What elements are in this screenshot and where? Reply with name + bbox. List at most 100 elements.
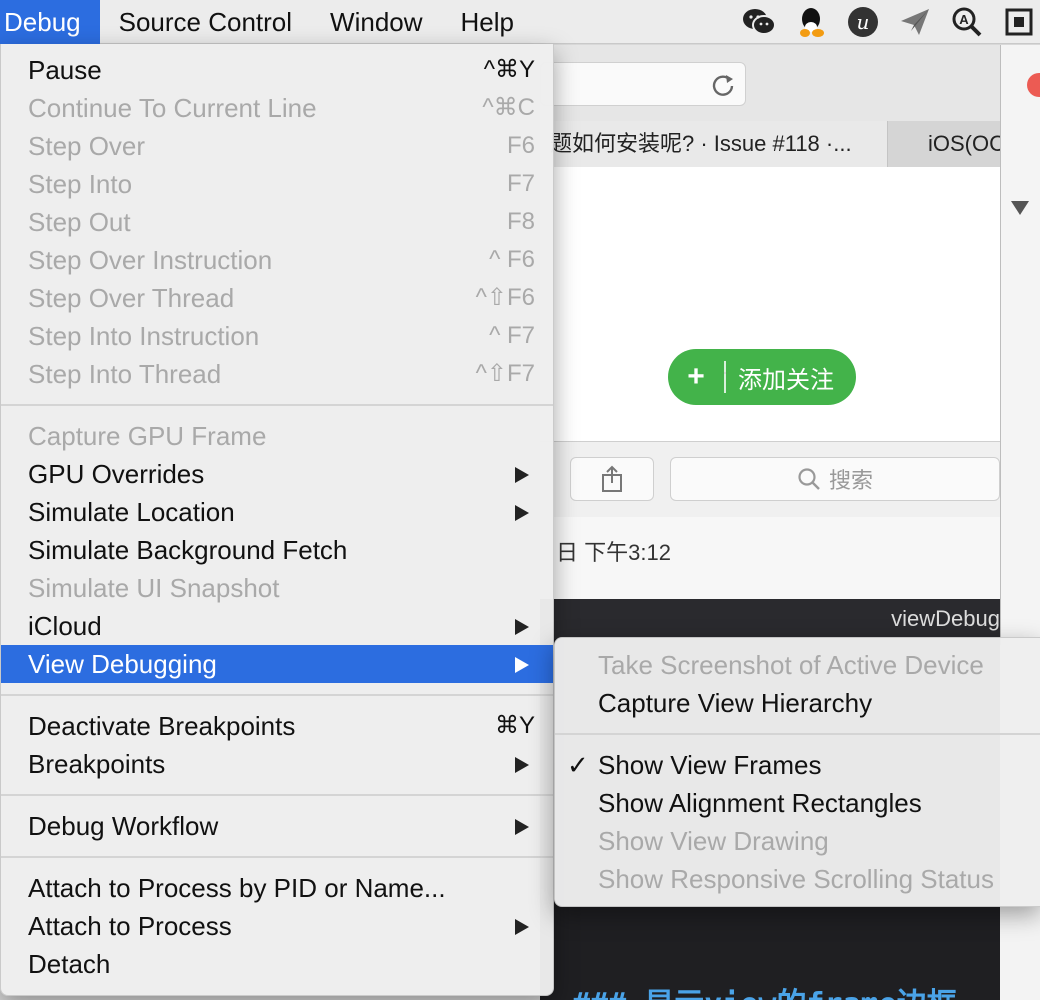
menu-item-label: Step Over Thread: [28, 283, 235, 313]
menu-item-label: Step Out: [28, 207, 131, 237]
browser-bottom-bar: 搜索: [540, 441, 1000, 517]
debug-menu: Pause ^⌘Y Continue To Current Line ^⌘C Ste…: [0, 44, 554, 996]
submenu-arrow-icon: [515, 819, 529, 835]
menu-separator: [1, 845, 553, 869]
menu-item-step-into: Step Into F7: [1, 165, 553, 203]
search-placeholder: 搜索: [828, 468, 873, 493]
menu-separator: [1, 783, 553, 807]
follow-button[interactable]: + 添加关注: [668, 349, 856, 405]
browser-tab-issue[interactable]: 题如何安装呢? · Issue #118 ·...: [540, 121, 888, 167]
menu-item-show-view-frames[interactable]: ✓ Show View Frames: [555, 746, 1040, 784]
magnifier-a-icon[interactable]: A: [950, 5, 984, 39]
menu-shortcut: ^⇧F7: [475, 360, 535, 387]
menu-item-attach-by-pid[interactable]: Attach to Process by PID or Name...: [1, 869, 553, 907]
menu-item-label: Show View Drawing: [598, 826, 829, 856]
wechat-icon[interactable]: [742, 5, 776, 39]
menu-item-simulate-background-fetch[interactable]: Simulate Background Fetch: [1, 531, 553, 569]
menu-item-capture-gpu-frame: Capture GPU Frame: [1, 417, 553, 455]
menu-item-view-debugging[interactable]: View Debugging: [1, 645, 553, 683]
menu-item-step-over-thread: Step Over Thread ^⇧F6: [1, 279, 553, 317]
submenu-arrow-icon: [515, 757, 529, 773]
menu-item-continue-to-current-line: Continue To Current Line ^⌘C: [1, 89, 553, 127]
menu-shortcut: ^ F7: [489, 322, 535, 349]
menu-shortcut: F6: [506, 132, 535, 159]
menubar-source-control[interactable]: Source Control: [100, 0, 311, 44]
share-icon: [602, 465, 622, 492]
menu-item-label: Step Into: [28, 169, 133, 199]
menu-item-label: Attach to Process by PID or Name...: [28, 873, 446, 903]
menu-item-label: Step Into Thread: [28, 359, 222, 389]
menu-item-label: Breakpoints: [28, 749, 166, 779]
menu-separator: [555, 722, 1040, 746]
menu-item-breakpoints[interactable]: Breakpoints: [1, 745, 553, 783]
menu-item-simulate-ui-snapshot: Simulate UI Snapshot: [1, 569, 553, 607]
submenu-arrow-icon: [515, 505, 529, 521]
paper-plane-icon[interactable]: [898, 5, 932, 39]
view-debugging-submenu: Take Screenshot of Active Device Capture…: [554, 637, 1040, 907]
code-line: ### 显示view的frame边框: [572, 979, 957, 1000]
menu-item-debug-workflow[interactable]: Debug Workflow: [1, 807, 553, 845]
menu-item-simulate-location[interactable]: Simulate Location: [1, 493, 553, 531]
plus-icon: +: [687, 360, 705, 393]
menu-item-label: Detach: [28, 949, 111, 979]
menu-item-gpu-overrides[interactable]: GPU Overrides: [1, 455, 553, 493]
message-date: 日 下午3:12: [556, 540, 671, 565]
menu-shortcut: ⌘Y: [494, 712, 535, 739]
menu-shortcut: ^⌘C: [482, 94, 535, 121]
button-divider: [724, 361, 726, 393]
reload-icon[interactable]: [710, 72, 736, 98]
submenu-arrow-icon: [515, 919, 529, 935]
share-button[interactable]: [570, 457, 654, 501]
web-page: + 添加关注: [540, 167, 1000, 441]
qq-icon[interactable]: [794, 5, 828, 39]
follow-label: 添加关注: [738, 366, 834, 394]
submenu-arrow-icon: [515, 657, 529, 673]
search-icon: [798, 468, 820, 490]
menu-item-label: Attach to Process: [28, 911, 232, 941]
svg-text:A: A: [959, 12, 969, 27]
menu-bar: Debug Source Control Window Help u A: [0, 0, 1040, 44]
menu-item-label: iCloud: [28, 611, 102, 641]
menu-item-step-over-instruction: Step Over Instruction ^ F6: [1, 241, 553, 279]
menu-item-label: Step Over: [28, 131, 146, 161]
checkmark-icon: ✓: [567, 750, 589, 780]
menu-item-show-responsive-scrolling-status: Show Responsive Scrolling Status: [555, 860, 1040, 898]
browser-tab-ios[interactable]: iOS(OC: [888, 121, 1010, 167]
disclosure-triangle-icon[interactable]: [1011, 201, 1029, 215]
menubar-debug[interactable]: Debug: [0, 0, 100, 44]
menu-item-show-alignment-rectangles[interactable]: Show Alignment Rectangles: [555, 784, 1040, 822]
menu-item-label: Capture GPU Frame: [28, 421, 267, 451]
menu-item-step-into-thread: Step Into Thread ^⇧F7: [1, 355, 553, 393]
menu-item-label: Deactivate Breakpoints: [28, 711, 296, 741]
menu-item-label: Take Screenshot of Active Device: [598, 650, 984, 680]
u-icon[interactable]: u: [846, 5, 880, 39]
browser-tabs: 题如何安装呢? · Issue #118 ·... iOS(OC: [540, 121, 1010, 167]
menu-item-label: Debug Workflow: [28, 811, 219, 841]
menu-shortcut: F7: [506, 170, 535, 197]
submenu-arrow-icon: [515, 619, 529, 635]
menu-shortcut: ^⌘Y: [483, 56, 535, 83]
menu-item-show-view-drawing: Show View Drawing: [555, 822, 1040, 860]
menu-item-deactivate-breakpoints[interactable]: Deactivate Breakpoints ⌘Y: [1, 707, 553, 745]
menu-separator: [1, 393, 553, 417]
menu-item-attach-to-process[interactable]: Attach to Process: [1, 907, 553, 945]
menu-item-step-over: Step Over F6: [1, 127, 553, 165]
menubar-window[interactable]: Window: [311, 0, 441, 44]
menu-item-label: Simulate UI Snapshot: [28, 573, 280, 603]
menu-item-pause[interactable]: Pause ^⌘Y: [1, 51, 553, 89]
window-icon[interactable]: [1002, 5, 1036, 39]
menu-item-label: Simulate Location: [28, 497, 235, 527]
menu-item-icloud[interactable]: iCloud: [1, 607, 553, 645]
menu-item-step-out: Step Out F8: [1, 203, 553, 241]
menu-item-label: Step Over Instruction: [28, 245, 273, 275]
search-input[interactable]: 搜索: [670, 457, 1000, 501]
close-window-icon[interactable]: [1027, 73, 1040, 97]
menu-shortcut: ^ F6: [489, 246, 535, 273]
menu-item-label: Simulate Background Fetch: [28, 535, 348, 565]
menu-item-detach[interactable]: Detach: [1, 945, 553, 983]
menubar-help[interactable]: Help: [442, 0, 533, 44]
menu-item-capture-view-hierarchy[interactable]: Capture View Hierarchy: [555, 684, 1040, 722]
right-window: [1000, 45, 1040, 645]
submenu-arrow-icon: [515, 467, 529, 483]
svg-text:u: u: [857, 10, 870, 34]
